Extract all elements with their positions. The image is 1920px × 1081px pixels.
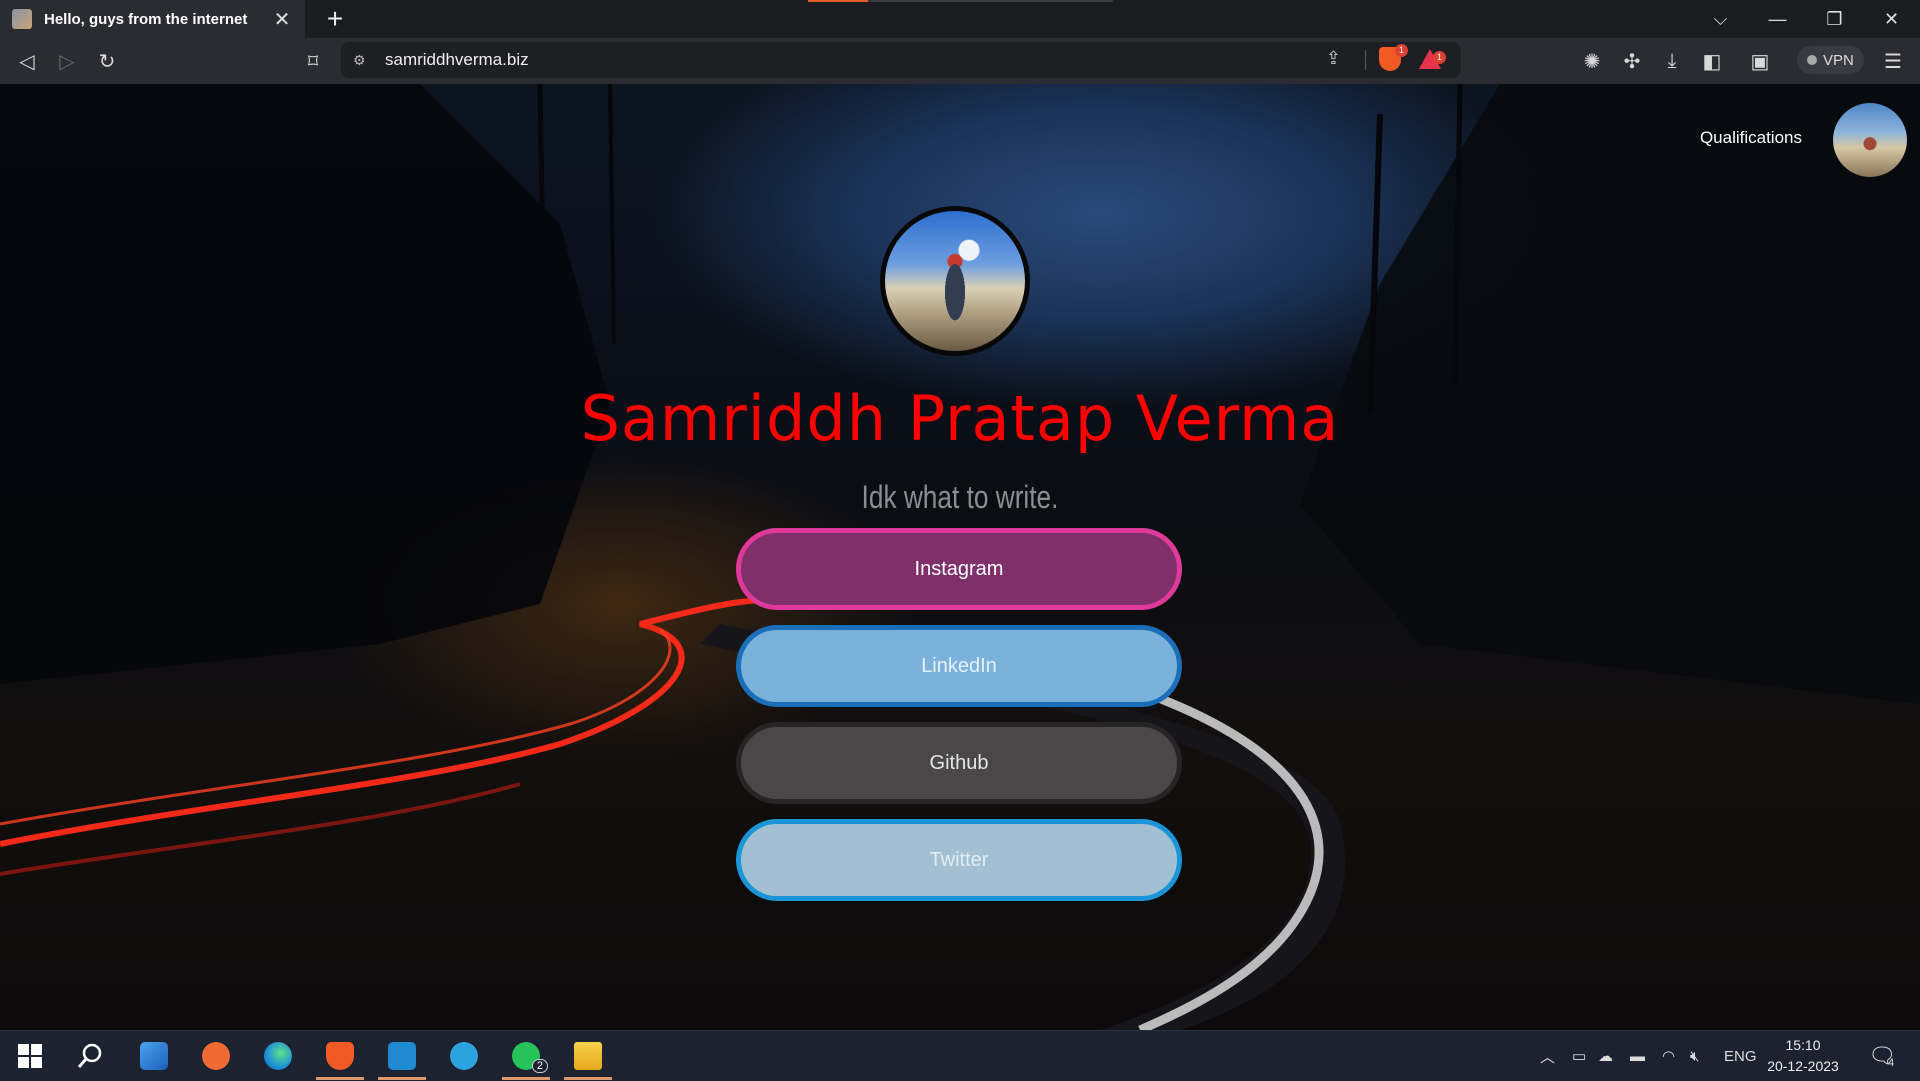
brave-icon[interactable] [316, 1037, 364, 1080]
url-text[interactable]: samriddhverma.biz [385, 50, 529, 70]
address-bar[interactable]: ⚙ samriddhverma.biz ⇪ 1 1 [341, 42, 1461, 78]
forward-icon[interactable]: ▷ [52, 46, 82, 76]
extensions-icon[interactable]: ✣ [1617, 46, 1647, 76]
edge-icon[interactable] [258, 1037, 298, 1075]
web-page: Qualifications Samriddh Pratap Verma Idk… [0, 84, 1920, 1030]
loading-indicator [808, 0, 868, 2]
whatsapp-badge: 2 [531, 1059, 548, 1073]
bookmark-icon[interactable]: ⌑ [298, 46, 328, 76]
task-view-icon[interactable] [134, 1037, 174, 1075]
windows-logo-icon [18, 1044, 42, 1068]
back-icon[interactable]: ◁ [12, 46, 42, 76]
github-button[interactable]: Github [736, 722, 1182, 804]
page-title: Samriddh Pratap Verma [580, 382, 1340, 455]
sidebar-icon[interactable]: ◧ [1697, 46, 1727, 76]
brave-shields-icon[interactable]: 1 [1379, 44, 1408, 71]
brave-rewards-icon[interactable]: 1 [1419, 49, 1446, 69]
site-info-icon[interactable]: ⚙ [353, 52, 375, 69]
whatsapp-icon[interactable]: 2 [502, 1037, 550, 1080]
profile-photo [880, 206, 1030, 356]
vpn-status-icon [1807, 55, 1817, 65]
telegram-icon[interactable] [444, 1037, 484, 1075]
vpn-button[interactable]: VPN [1797, 46, 1864, 74]
tab-search-chevron-icon[interactable]: ⌵ [1692, 0, 1749, 38]
leo-ai-icon[interactable]: ✺ [1577, 46, 1607, 76]
twitter-button[interactable]: Twitter [736, 819, 1182, 901]
volume-muted-icon[interactable]: 🔇︎ [1690, 1031, 1699, 1081]
tab-title: Hello, guys from the internet [44, 10, 248, 28]
system-clock[interactable]: 15:10 20-12-2023 [1760, 1035, 1846, 1077]
loading-track [868, 0, 1113, 2]
minimize-button[interactable]: — [1749, 0, 1806, 38]
wifi-icon[interactable]: ◠ [1662, 1031, 1675, 1081]
notifications-icon[interactable]: 🗨︎ 4 [1868, 1031, 1896, 1081]
share-icon[interactable]: ⇪ [1326, 48, 1341, 69]
tagline: Idk what to write. [861, 479, 1059, 515]
tab-close-icon[interactable]: ✕ [271, 7, 293, 32]
clock-time: 15:10 [1785, 1037, 1821, 1053]
meet-icon[interactable]: ▭ [1572, 1031, 1586, 1081]
language-indicator[interactable]: ENG [1724, 1031, 1757, 1081]
site-favicon-icon [12, 9, 32, 29]
url-divider [1365, 50, 1366, 70]
search-icon[interactable] [70, 1037, 110, 1075]
new-tab-button[interactable]: + [320, 4, 350, 34]
reload-icon[interactable]: ↻ [92, 46, 122, 76]
start-button[interactable] [10, 1037, 50, 1075]
nav-qualifications-link[interactable]: Qualifications [1700, 128, 1802, 148]
browser-toolbar: ◁ ▷ ↻ ⌑ ⚙ samriddhverma.biz ⇪ 1 1 ✺ ✣ ⤓ … [0, 38, 1920, 85]
instagram-button[interactable]: Instagram [736, 528, 1182, 610]
tray-overflow-icon[interactable]: ︿ [1540, 1031, 1555, 1081]
menu-icon[interactable]: ☰ [1878, 46, 1908, 76]
shield-badge: 1 [1394, 44, 1408, 57]
download-icon[interactable]: ⤓ [1657, 46, 1687, 76]
rewards-badge: 1 [1432, 51, 1446, 64]
postman-icon[interactable] [196, 1037, 236, 1075]
file-explorer-icon[interactable] [564, 1037, 612, 1080]
onedrive-icon[interactable]: ☁ [1598, 1031, 1613, 1081]
close-window-button[interactable]: ✕ [1863, 0, 1920, 38]
notifications-badge: 4 [1887, 1057, 1895, 1069]
linkedin-button[interactable]: LinkedIn [736, 625, 1182, 707]
vpn-label: VPN [1823, 51, 1854, 69]
clock-date: 20-12-2023 [1767, 1058, 1839, 1074]
nav-avatar[interactable] [1833, 103, 1907, 177]
tab-active[interactable]: Hello, guys from the internet ✕ [0, 0, 305, 38]
vscode-icon[interactable] [378, 1037, 426, 1080]
wallet-icon[interactable]: ▣ [1745, 46, 1775, 76]
tab-strip: Hello, guys from the internet ✕ + ⌵ — ❐ … [0, 0, 1920, 38]
windows-taskbar: 2 ︿ ▭ ☁ ▬ ◠ 🔇︎ ENG 15:10 20-12-2023 🗨︎ 4 [0, 1030, 1920, 1081]
restore-button[interactable]: ❐ [1806, 0, 1863, 38]
battery-icon[interactable]: ▬ [1630, 1031, 1645, 1081]
